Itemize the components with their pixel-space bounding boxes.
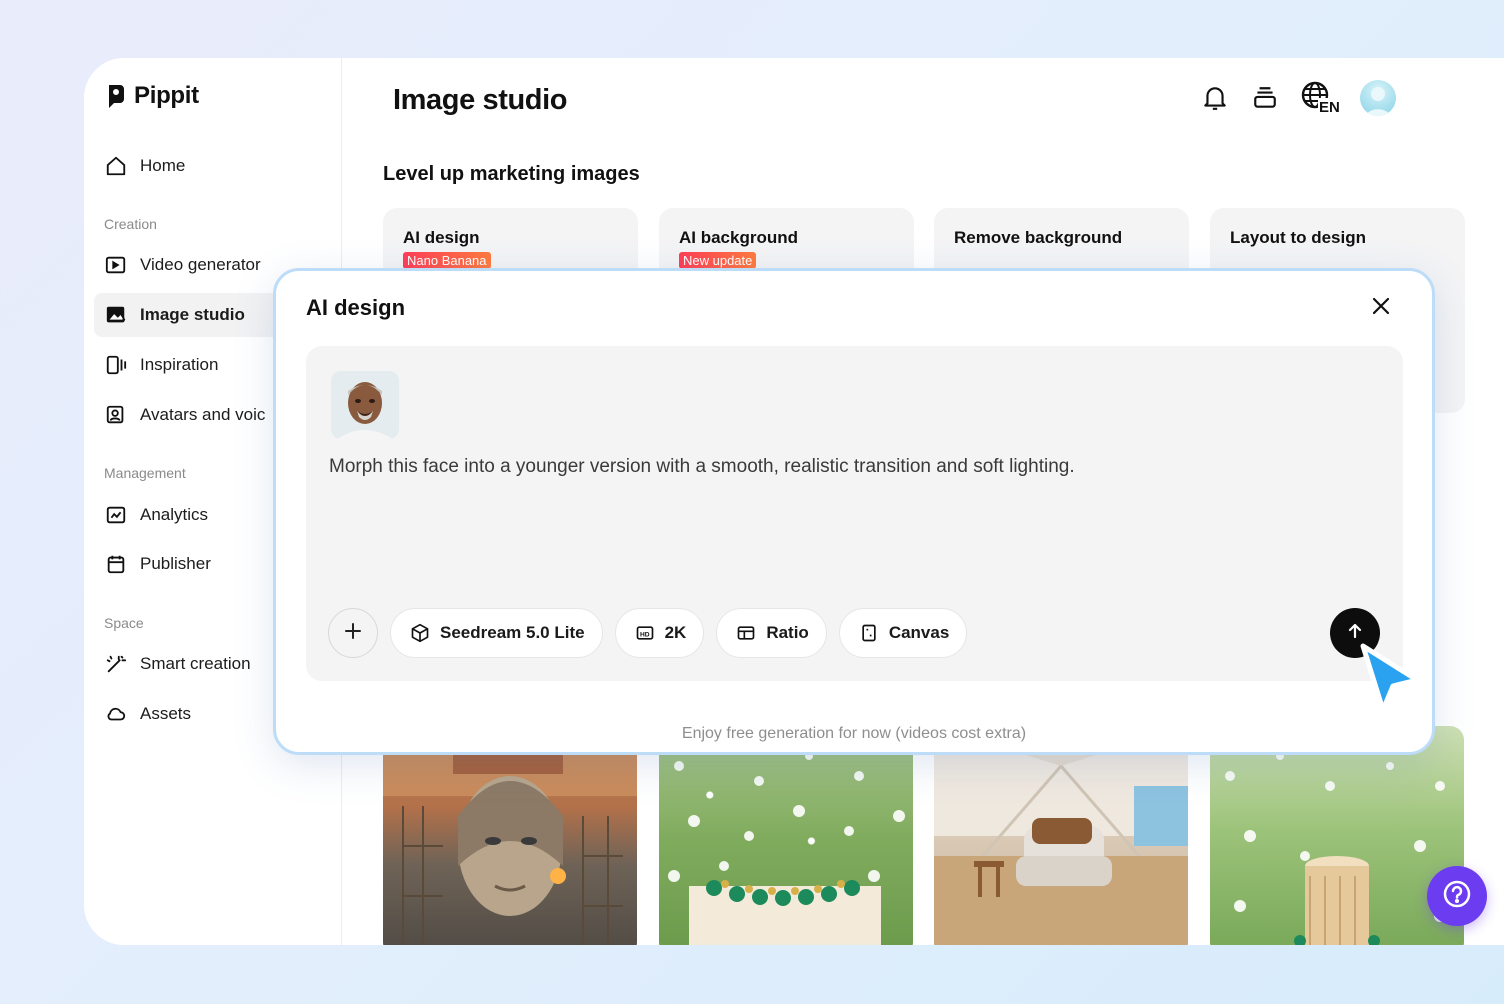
bell-icon[interactable] bbox=[1200, 80, 1230, 116]
resolution-selector[interactable]: HD 2K bbox=[614, 608, 705, 658]
ratio-icon bbox=[734, 621, 758, 645]
ratio-selector[interactable]: Ratio bbox=[716, 608, 827, 658]
chart-icon bbox=[104, 503, 128, 527]
plus-icon bbox=[343, 621, 363, 646]
cube-icon bbox=[408, 621, 432, 645]
calendar-icon bbox=[104, 552, 128, 576]
model-selector[interactable]: Seedream 5.0 Lite bbox=[390, 608, 603, 658]
sidebar-item-label: Image studio bbox=[140, 305, 245, 324]
image-spark-icon bbox=[104, 303, 128, 327]
question-icon bbox=[1442, 879, 1472, 914]
section-title: Level up marketing images bbox=[383, 163, 640, 185]
close-icon bbox=[1371, 296, 1391, 321]
page-title: Image studio bbox=[393, 84, 568, 116]
gallery-thumb-product-stand[interactable] bbox=[1210, 726, 1464, 945]
gallery-thumb-sculpture[interactable] bbox=[383, 726, 637, 945]
avatar-icon bbox=[104, 403, 128, 427]
resolution-label: 2K bbox=[664, 623, 687, 642]
svg-text:HD: HD bbox=[640, 631, 650, 638]
model-label: Seedream 5.0 Lite bbox=[440, 623, 585, 642]
card-title: AI background bbox=[679, 228, 799, 247]
cloud-icon bbox=[104, 702, 128, 726]
dialog-footer-note: Enjoy free generation for now (videos co… bbox=[681, 725, 1027, 742]
sidebar-item-label: Analytics bbox=[140, 505, 209, 524]
card-badge: Nano Banana bbox=[403, 252, 491, 269]
sidebar-item-home[interactable]: Home bbox=[94, 144, 334, 188]
home-icon bbox=[104, 154, 128, 178]
prompt-area[interactable]: Morph this face into a younger version w… bbox=[306, 346, 1403, 681]
canvas-label: Canvas bbox=[888, 623, 950, 642]
dialog-title: AI design bbox=[306, 295, 406, 320]
canvas-icon bbox=[857, 621, 881, 645]
credits-icon[interactable] bbox=[1250, 80, 1280, 116]
ai-design-dialog: AI design Morph this face into a younger… bbox=[273, 268, 1435, 755]
inspiration-icon bbox=[104, 353, 128, 377]
mouse-cursor-icon bbox=[1355, 640, 1425, 716]
language-code: EN bbox=[1319, 99, 1340, 115]
sidebar-item-label: Assets bbox=[140, 704, 192, 723]
sidebar-item-label: Publisher bbox=[140, 554, 211, 573]
prompt-toolbar: Seedream 5.0 Lite HD 2K Ratio Canvas bbox=[328, 608, 968, 658]
sidebar-item-label: Inspiration bbox=[140, 355, 219, 374]
section-creation: Creation bbox=[104, 216, 157, 232]
video-plus-icon bbox=[104, 253, 128, 277]
reference-image[interactable] bbox=[331, 371, 399, 439]
logo-text: Pippit bbox=[134, 82, 199, 109]
magic-wand-icon bbox=[104, 652, 128, 676]
globe-language-icon[interactable]: EN bbox=[1300, 80, 1340, 116]
sidebar-item-label: Avatars and voic bbox=[140, 405, 266, 424]
card-title: Remove background bbox=[954, 228, 1123, 247]
sidebar-item-label: Home bbox=[140, 156, 186, 175]
card-title: Layout to design bbox=[1230, 228, 1366, 247]
header-actions: EN bbox=[1200, 80, 1396, 116]
card-title: AI design bbox=[403, 228, 480, 247]
card-badge: New update bbox=[679, 252, 757, 269]
section-management: Management bbox=[104, 465, 186, 481]
close-button[interactable] bbox=[1368, 295, 1394, 321]
hd-icon: HD bbox=[633, 621, 657, 645]
section-space: Space bbox=[104, 615, 144, 631]
add-button[interactable] bbox=[328, 608, 378, 658]
prompt-text[interactable]: Morph this face into a younger version w… bbox=[329, 456, 1075, 478]
avatar[interactable] bbox=[1360, 80, 1396, 116]
canvas-button[interactable]: Canvas bbox=[838, 608, 968, 658]
ratio-label: Ratio bbox=[766, 623, 809, 642]
gallery-thumb-tent-chair[interactable] bbox=[934, 726, 1188, 945]
sidebar-item-label: Smart creation bbox=[140, 654, 251, 673]
gallery-thumb-bracelet-field[interactable] bbox=[659, 726, 913, 945]
logo[interactable]: Pippit bbox=[104, 82, 199, 110]
sidebar-item-label: Video generator bbox=[140, 255, 261, 274]
pippit-logo-icon bbox=[104, 84, 128, 108]
help-button[interactable] bbox=[1427, 866, 1487, 926]
